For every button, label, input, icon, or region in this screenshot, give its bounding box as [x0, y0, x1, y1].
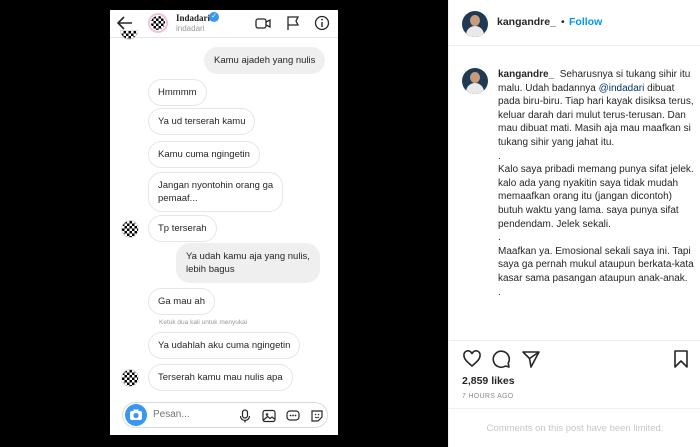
author-username[interactable]: kangandre_ [497, 16, 556, 28]
microphone-icon[interactable] [237, 408, 253, 424]
message-bubble-sent: Kamu ajadeh yang nulis [204, 47, 326, 74]
likes-count[interactable]: 2,859 likes [462, 375, 515, 387]
post-timestamp[interactable]: 7 HOURS AGO [462, 393, 514, 400]
comments-limited-notice: Comments on this post have been limited. [449, 408, 700, 447]
message-text: Terserah kamu mau nulis apa [158, 372, 283, 383]
camera-button[interactable] [125, 404, 147, 426]
sender-avatar [120, 30, 138, 40]
message-text: Kamu ajadeh yang nulis [214, 55, 316, 66]
separator-dot: • [561, 16, 565, 28]
message-text: lebih bagus [186, 264, 235, 275]
message-text: Jangan nyontohin orang ga [158, 180, 274, 191]
author-avatar[interactable] [462, 11, 488, 37]
caption-username[interactable]: kangandre_ [498, 69, 554, 80]
mention-link[interactable]: @indadari [599, 83, 645, 94]
post-header: kangandre_ • Follow [449, 0, 700, 46]
caption-dot: . [498, 150, 501, 162]
dm-screenshot: Indadari ✓ indadari Kamu ajadeh yang nul… [110, 10, 338, 435]
message-text: Tp terserah [158, 223, 207, 234]
camera-icon [130, 409, 142, 420]
caption-text: Kalo saya pribadi memang punya sifat jel… [498, 164, 694, 230]
message-text: Kamu cuma ngingetin [158, 149, 250, 160]
message-text: Hmmmm [158, 87, 197, 98]
comment-icon[interactable] [491, 349, 511, 369]
message-bubble-received: Ga mau ah [148, 288, 215, 315]
message-bubble-received: Hmmmm [148, 79, 207, 106]
message-bubble-received: Ya udahlah aku cuma ngingetin [148, 332, 301, 359]
flag-icon[interactable] [285, 15, 301, 31]
sender-avatar [121, 369, 139, 387]
follow-button[interactable]: Follow [569, 16, 602, 28]
caption-dot: . [498, 286, 501, 298]
message-text: pemaaf... [158, 193, 198, 204]
verified-badge-icon: ✓ [209, 12, 219, 22]
double-tap-hint: Ketuk dua kali untuk menyukai [159, 319, 248, 326]
caption-avatar[interactable] [462, 68, 488, 94]
post-sidebar: kangandre_ • Follow kangandre_ Seharusny… [448, 0, 700, 447]
dm-handle: indadari [176, 24, 205, 33]
message-bubble-received: Terserah kamu mau nulis apa [148, 364, 293, 391]
message-composer [122, 402, 328, 428]
video-call-icon[interactable] [255, 15, 271, 31]
message-text: Ya udah kamu aja yang nulis, [186, 251, 310, 262]
message-text: Ya udahlah aku cuma ngingetin [158, 340, 291, 351]
bookmark-icon[interactable] [671, 349, 691, 369]
info-icon[interactable] [314, 15, 330, 31]
dm-display-name[interactable]: Indadari [176, 13, 210, 23]
dm-avatar[interactable] [148, 13, 168, 33]
message-text: Ya ud terserah kamu [158, 116, 246, 127]
share-icon[interactable] [521, 349, 541, 369]
message-bubble-sent: Ya udah kamu aja yang nulis, lebih bagus [176, 243, 320, 283]
post-media-area: Indadari ✓ indadari Kamu ajadeh yang nul… [0, 0, 448, 447]
gallery-icon[interactable] [261, 408, 277, 424]
chat-icon[interactable] [285, 408, 301, 424]
message-bubble-received: Kamu cuma ngingetin [148, 141, 260, 168]
caption-dot: . [498, 232, 501, 244]
message-input[interactable] [153, 409, 223, 420]
caption-text: Maafkan ya. Emosional sekali saya ini. T… [498, 245, 694, 284]
message-bubble-received: Ya ud terserah kamu [148, 108, 256, 135]
message-bubble-received: Tp terserah [148, 215, 217, 242]
sender-avatar [121, 220, 139, 238]
heart-icon[interactable] [462, 349, 482, 369]
dm-header: Indadari ✓ indadari [110, 10, 338, 38]
message-text: Ga mau ah [158, 296, 205, 307]
post-actions [449, 340, 700, 380]
post-caption: kangandre_ Seharusnya si tukang sihir it… [498, 68, 698, 299]
message-bubble-received: Jangan nyontohin orang ga pemaaf... [148, 172, 284, 212]
sticker-icon[interactable] [309, 408, 325, 424]
